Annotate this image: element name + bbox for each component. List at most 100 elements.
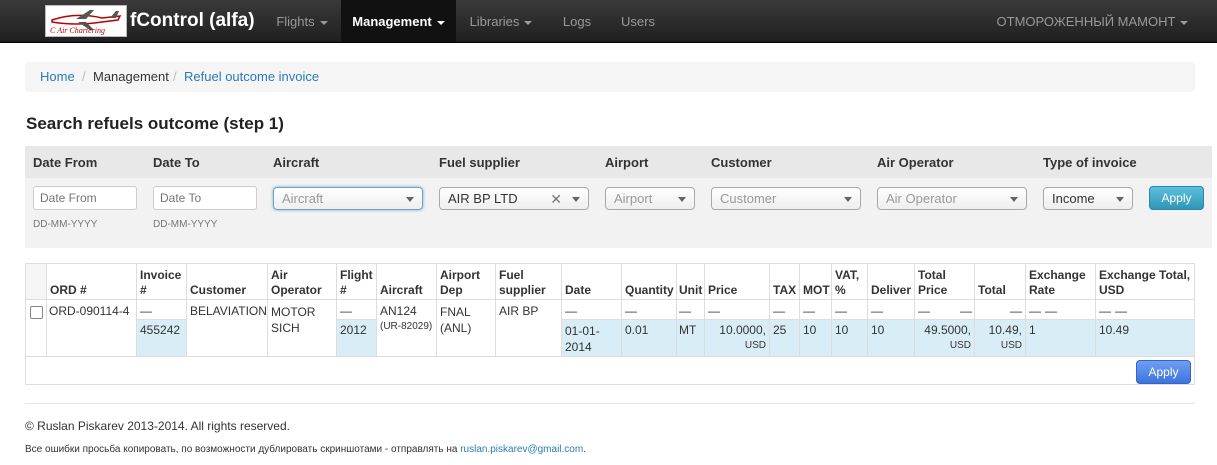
- nav-users-label: Users: [621, 14, 655, 29]
- row-flight: 2012: [340, 323, 367, 337]
- logo-text: C Air Chartering: [50, 26, 105, 35]
- brand-logo[interactable]: C Air Chartering: [45, 5, 127, 37]
- col-header-exchange-total-line1: Exchange Total,: [1099, 268, 1191, 282]
- col-header-airport-dep-line2: Dep: [440, 283, 463, 297]
- dash-cell: —: [625, 304, 637, 318]
- col-header-deliver: Deliver: [871, 283, 912, 297]
- col-header-invoice: Invoice #: [140, 268, 181, 298]
- row-tax: 25: [773, 323, 787, 337]
- col-header-fuel-supplier-line2: supplier: [499, 283, 546, 297]
- row-total-price-currency: USD: [949, 340, 971, 351]
- dash-cell: —: [1010, 304, 1022, 318]
- label-date-to: Date To: [153, 155, 200, 170]
- footer-divider: [25, 403, 1195, 404]
- footer-note: Все ошибки просьба копировать, по возмож…: [25, 444, 586, 455]
- col-header-airport-dep: Airport Dep: [440, 268, 480, 298]
- dash-cell: —: [1099, 304, 1111, 318]
- col-header-ord: ORD #: [50, 283, 87, 297]
- chevron-down-icon: [1010, 197, 1018, 202]
- customer-select[interactable]: Customer: [711, 187, 861, 210]
- breadcrumb-separator: /: [82, 69, 86, 84]
- brand-title[interactable]: fControl (alfa): [130, 10, 255, 32]
- clear-icon[interactable]: ✕: [550, 188, 562, 210]
- label-air-operator: Air Operator: [877, 155, 954, 170]
- customer-select-value: Customer: [720, 191, 777, 206]
- row-customer: BELAVIATION: [190, 304, 267, 318]
- dash-cell: —: [1045, 304, 1057, 318]
- row-air-operator-line2: SICH: [271, 321, 300, 335]
- air-operator-select[interactable]: Air Operator: [877, 187, 1027, 210]
- chevron-down-icon: [436, 20, 445, 25]
- col-header-aircraft: Aircraft: [380, 283, 423, 297]
- col-header-exchange-rate-line1: Exchange: [1029, 268, 1086, 282]
- col-header-mot: MOT: [803, 283, 830, 297]
- chevron-down-icon: [572, 197, 580, 202]
- dash-cell: —: [773, 304, 785, 318]
- date-from-hint: DD-MM-YYYY: [33, 219, 98, 230]
- row-select-checkbox[interactable]: [30, 306, 43, 319]
- nav-libraries[interactable]: Libraries: [456, 0, 546, 42]
- breadcrumb-separator: /: [173, 69, 177, 84]
- row-total-currency: USD: [1000, 340, 1022, 351]
- date-to-hint: DD-MM-YYYY: [153, 219, 218, 230]
- label-type-of-invoice: Type of invoice: [1043, 155, 1137, 170]
- chevron-down-icon: [1116, 197, 1124, 202]
- row-exchange-total: 10.49: [1099, 323, 1130, 337]
- row-deliver: 10: [871, 323, 885, 337]
- filter-apply-button[interactable]: Apply: [1149, 186, 1204, 210]
- col-header-price: Price: [708, 283, 738, 297]
- filter-header: Date From Date To Aircraft Fuel supplier…: [25, 146, 1212, 178]
- aircraft-select[interactable]: Aircraft: [273, 187, 423, 210]
- type-of-invoice-select[interactable]: Income: [1043, 187, 1133, 210]
- user-name: ОТМОРОЖЕННЫЙ МАМОНТ: [996, 14, 1176, 29]
- footer-period: .: [583, 444, 586, 455]
- row-ord-link[interactable]: ORD-090114-4: [49, 304, 129, 318]
- nav-management[interactable]: Management: [341, 0, 456, 42]
- row-airport-dep: FNAL (ANL): [440, 304, 471, 336]
- breadcrumb-current[interactable]: Refuel outcome invoice: [184, 62, 319, 92]
- col-header-total-price-line1: Total: [918, 268, 946, 282]
- col-header-air-operator: Air Operator: [271, 268, 322, 298]
- col-header-total-price-line2: Price: [918, 283, 948, 297]
- row-aircraft-reg: (UR-82029): [380, 321, 433, 332]
- aircraft-select-value: Aircraft: [282, 191, 324, 206]
- date-to-input[interactable]: [153, 186, 257, 210]
- top-navbar: C Air Chartering fControl (alfa) Flights…: [0, 0, 1217, 43]
- chevron-down-icon: [406, 197, 414, 202]
- breadcrumb-home[interactable]: Home: [40, 62, 75, 92]
- col-header-vat-line1: VAT,: [835, 268, 860, 282]
- col-header-invoice-line2: #: [140, 283, 147, 297]
- nav-management-label: Management: [352, 14, 432, 29]
- dash-cell: —: [835, 304, 847, 318]
- nav-flights[interactable]: Flights: [262, 0, 342, 42]
- page-title: Search refuels outcome (step 1): [26, 114, 284, 133]
- col-header-tax: TAX: [773, 283, 797, 297]
- nav-logs[interactable]: Logs: [546, 0, 608, 42]
- row-mot: 10: [803, 323, 817, 337]
- col-header-exchange-total: Exchange Total, USD: [1099, 268, 1190, 298]
- chevron-down-icon: [1180, 20, 1189, 25]
- row-airport-dep-line2: (ANL): [440, 321, 472, 335]
- type-of-invoice-value: Income: [1052, 191, 1095, 206]
- row-date-line2: 2014: [565, 340, 592, 354]
- dash-cell: —: [1029, 304, 1041, 318]
- table-apply-button[interactable]: Apply: [1136, 360, 1191, 384]
- fuel-supplier-select[interactable]: AIR BP LTD ✕: [439, 187, 589, 210]
- row-air-operator: MOTOR SICH: [271, 304, 315, 336]
- col-header-vat: VAT,%: [835, 268, 859, 298]
- footer-copyright: © Ruslan Piskarev 2013-2014. All rights …: [25, 419, 290, 433]
- dash-cell: —: [679, 304, 691, 318]
- row-total: 10.49,: [988, 323, 1022, 337]
- nav-flights-label: Flights: [276, 14, 315, 29]
- dash-cell: —: [140, 304, 152, 318]
- user-menu[interactable]: ОТМОРОЖЕННЫЙ МАМОНТ: [995, 0, 1190, 42]
- date-from-input[interactable]: [33, 186, 137, 210]
- row-invoice-link[interactable]: 455242: [140, 323, 180, 337]
- footer-note-text: Все ошибки просьба копировать, по возмож…: [25, 444, 458, 455]
- nav-users[interactable]: Users: [608, 0, 668, 42]
- footer-email-link[interactable]: ruslan.piskarev@gmail.com: [460, 444, 583, 455]
- dash-cell: —: [708, 304, 720, 318]
- dash-cell: —: [803, 304, 815, 318]
- label-fuel-supplier: Fuel supplier: [439, 155, 520, 170]
- airport-select[interactable]: Airport: [605, 187, 695, 210]
